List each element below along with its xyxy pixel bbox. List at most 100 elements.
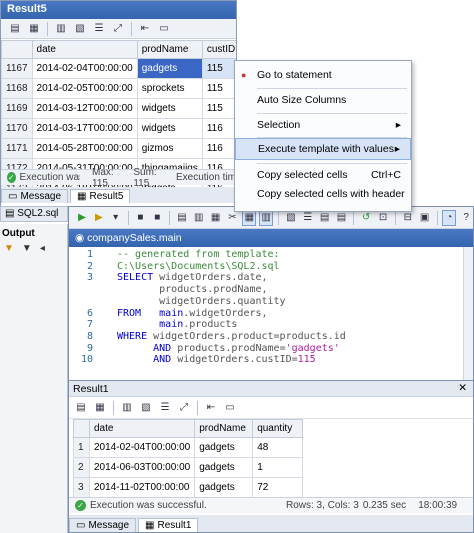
filter-icon[interactable]: ▼ bbox=[4, 243, 14, 254]
cell-custid[interactable]: 115 bbox=[201, 98, 236, 119]
column-header-date[interactable]: date bbox=[88, 419, 196, 438]
cell-prodname[interactable]: gadgets bbox=[194, 457, 254, 478]
cell-date[interactable]: 2014-11-02T00:00:00 bbox=[88, 477, 196, 498]
cell-prodname[interactable]: gadgets bbox=[194, 437, 254, 458]
options-icon[interactable]: ▾ bbox=[109, 210, 123, 226]
column-header-prodname[interactable]: prodName bbox=[194, 419, 254, 438]
cell-custid[interactable]: 116 bbox=[201, 138, 236, 159]
timing-icon[interactable]: ◔ bbox=[442, 209, 457, 226]
menu-item-selection[interactable]: Selection ▸ bbox=[235, 114, 411, 136]
column-header-prodname[interactable]: prodName bbox=[136, 40, 203, 59]
cell-quantity[interactable]: 1 bbox=[252, 457, 304, 478]
submenu-arrow-icon: ▸ bbox=[395, 119, 401, 131]
row-number[interactable]: 1 bbox=[73, 437, 90, 458]
row-number[interactable]: 1170 bbox=[1, 118, 33, 139]
row-number[interactable]: 1169 bbox=[1, 98, 33, 119]
prev-icon[interactable]: ▦ bbox=[26, 21, 42, 37]
message-icon: ▭ bbox=[8, 191, 18, 202]
cell-date[interactable]: 2014-02-04T00:00:00 bbox=[88, 437, 196, 458]
execute-icon[interactable]: ▶ bbox=[75, 210, 89, 226]
find-icon[interactable]: ▭ bbox=[156, 21, 172, 37]
open-icon[interactable]: ▤ bbox=[175, 210, 189, 226]
tab-message[interactable]: ▭ Message bbox=[69, 518, 137, 532]
column-header-custid[interactable]: custID bbox=[201, 40, 236, 59]
cell-date[interactable]: 2014-03-17T00:00:00 bbox=[31, 118, 138, 139]
cell-quantity[interactable]: 48 bbox=[252, 437, 304, 458]
row-number[interactable]: 1168 bbox=[1, 78, 33, 99]
save-icon[interactable]: ▥ bbox=[192, 210, 206, 226]
text-icon[interactable]: ☰ bbox=[91, 21, 107, 37]
code-area[interactable]: 1 -- generated from template: 2 C:\Users\Do… bbox=[69, 247, 463, 381]
export-icon[interactable]: ▧ bbox=[138, 400, 154, 416]
export-icon[interactable]: ▧ bbox=[72, 21, 88, 37]
tab-result5[interactable]: ▦ Result5 bbox=[70, 189, 131, 203]
first-icon[interactable]: ▤ bbox=[73, 400, 89, 416]
cell-date[interactable]: 2014-03-12T00:00:00 bbox=[31, 98, 138, 119]
cell-prodname[interactable]: gadgets bbox=[136, 58, 203, 79]
cell-custid[interactable]: 116 bbox=[201, 118, 236, 139]
column-header-quantity[interactable]: quantity bbox=[252, 419, 304, 438]
tab-result1[interactable]: ▦ Result1 bbox=[138, 518, 199, 532]
maximize-icon[interactable]: ⤢ bbox=[176, 400, 192, 416]
column-header-date[interactable]: date bbox=[31, 40, 138, 59]
line-number: 1 bbox=[86, 249, 93, 260]
status-max: Max: 115 bbox=[92, 166, 114, 189]
line-number: 8 bbox=[86, 330, 93, 342]
stop-icon[interactable]: ■ bbox=[133, 210, 147, 226]
cell-date[interactable]: 2014-06-03T00:00:00 bbox=[88, 457, 196, 478]
toolbar-separator bbox=[353, 210, 355, 225]
goto-icon[interactable]: ⇤ bbox=[137, 21, 153, 37]
table-row[interactable]: 1170 2014-03-17T00:00:00 widgets 116 bbox=[1, 118, 236, 139]
cell-custid[interactable]: 115 bbox=[201, 78, 236, 99]
pause-icon[interactable]: ■ bbox=[150, 210, 164, 226]
menu-item-auto-size-columns[interactable]: Auto Size Columns bbox=[235, 89, 411, 111]
menu-item-go-to-statement[interactable]: ● Go to statement bbox=[235, 64, 411, 86]
cell-custid[interactable]: 115 bbox=[201, 58, 236, 79]
table-row[interactable]: 1169 2014-03-12T00:00:00 widgets 115 bbox=[1, 98, 236, 119]
tab-message[interactable]: ▭ Message bbox=[1, 189, 69, 203]
code-token: widgetOrders.custID= bbox=[177, 354, 298, 366]
first-icon[interactable]: ▤ bbox=[7, 21, 23, 37]
grid-icon[interactable]: ▥ bbox=[53, 21, 69, 37]
code-lines: 1 -- generated from template: 2 C:\Users\Do… bbox=[69, 249, 465, 366]
cell-quantity[interactable]: 72 bbox=[252, 477, 304, 498]
goto-icon[interactable]: ⇤ bbox=[203, 400, 219, 416]
result5-tabs: ▭ Message ▦ Result5 bbox=[1, 187, 236, 203]
code-line: widgetOrders.quantity bbox=[69, 296, 465, 308]
execute-step-icon[interactable]: ▶ bbox=[92, 210, 106, 226]
table-row[interactable]: 1 2014-02-04T00:00:00 gadgets 48 bbox=[73, 437, 304, 458]
text-icon[interactable]: ☰ bbox=[157, 400, 173, 416]
cell-prodname[interactable]: widgets bbox=[136, 98, 203, 119]
table-row[interactable]: 1167 2014-02-04T00:00:00 gadgets 115 bbox=[1, 58, 236, 79]
menu-item-copy-with-header[interactable]: Copy selected cells with header bbox=[235, 183, 411, 205]
table-row[interactable]: 2 2014-06-03T00:00:00 gadgets 1 bbox=[73, 457, 304, 478]
cell-date[interactable]: 2014-02-04T00:00:00 bbox=[31, 58, 138, 79]
prev-icon[interactable]: ▦ bbox=[92, 400, 108, 416]
print-icon[interactable]: ▦ bbox=[209, 210, 223, 226]
table-row[interactable]: 3 2014-11-02T00:00:00 gadgets 72 bbox=[73, 477, 304, 498]
row-number[interactable]: 1167 bbox=[1, 58, 33, 79]
grid-icon[interactable]: ▥ bbox=[119, 400, 135, 416]
close-icon[interactable]: ✕ bbox=[458, 382, 467, 394]
find-icon[interactable]: ▭ bbox=[222, 400, 238, 416]
dropdown-icon[interactable]: ▼ bbox=[22, 243, 32, 254]
collapse-icon[interactable]: ◂ bbox=[40, 243, 45, 254]
cell-prodname[interactable]: widgets bbox=[136, 118, 203, 139]
sql-file-tab[interactable]: ▤ SQL2.sql bbox=[0, 206, 68, 222]
row-number[interactable]: 2 bbox=[73, 457, 90, 478]
help-icon[interactable]: ? bbox=[459, 210, 473, 226]
cell-date[interactable]: 2014-02-05T00:00:00 bbox=[31, 78, 138, 99]
cell-date[interactable]: 2014-05-28T00:00:00 bbox=[31, 138, 138, 159]
editor-scrollbar[interactable] bbox=[463, 247, 473, 381]
execute-for-edit-icon[interactable]: ▣ bbox=[418, 210, 432, 226]
cell-prodname[interactable]: sprockets bbox=[136, 78, 203, 99]
table-row[interactable]: 1171 2014-05-28T00:00:00 gizmos 116 bbox=[1, 138, 236, 159]
maximize-icon[interactable]: ⤢ bbox=[110, 21, 126, 37]
cell-prodname[interactable]: gizmos bbox=[136, 138, 203, 159]
result5-title: Result5 bbox=[1, 1, 236, 19]
row-number[interactable]: 1171 bbox=[1, 138, 33, 159]
cell-prodname[interactable]: gadgets bbox=[194, 477, 254, 498]
menu-item-execute-template[interactable]: Execute template with values ▸ bbox=[235, 138, 411, 160]
row-number[interactable]: 3 bbox=[73, 477, 90, 498]
table-row[interactable]: 1168 2014-02-05T00:00:00 sprockets 115 bbox=[1, 78, 236, 99]
